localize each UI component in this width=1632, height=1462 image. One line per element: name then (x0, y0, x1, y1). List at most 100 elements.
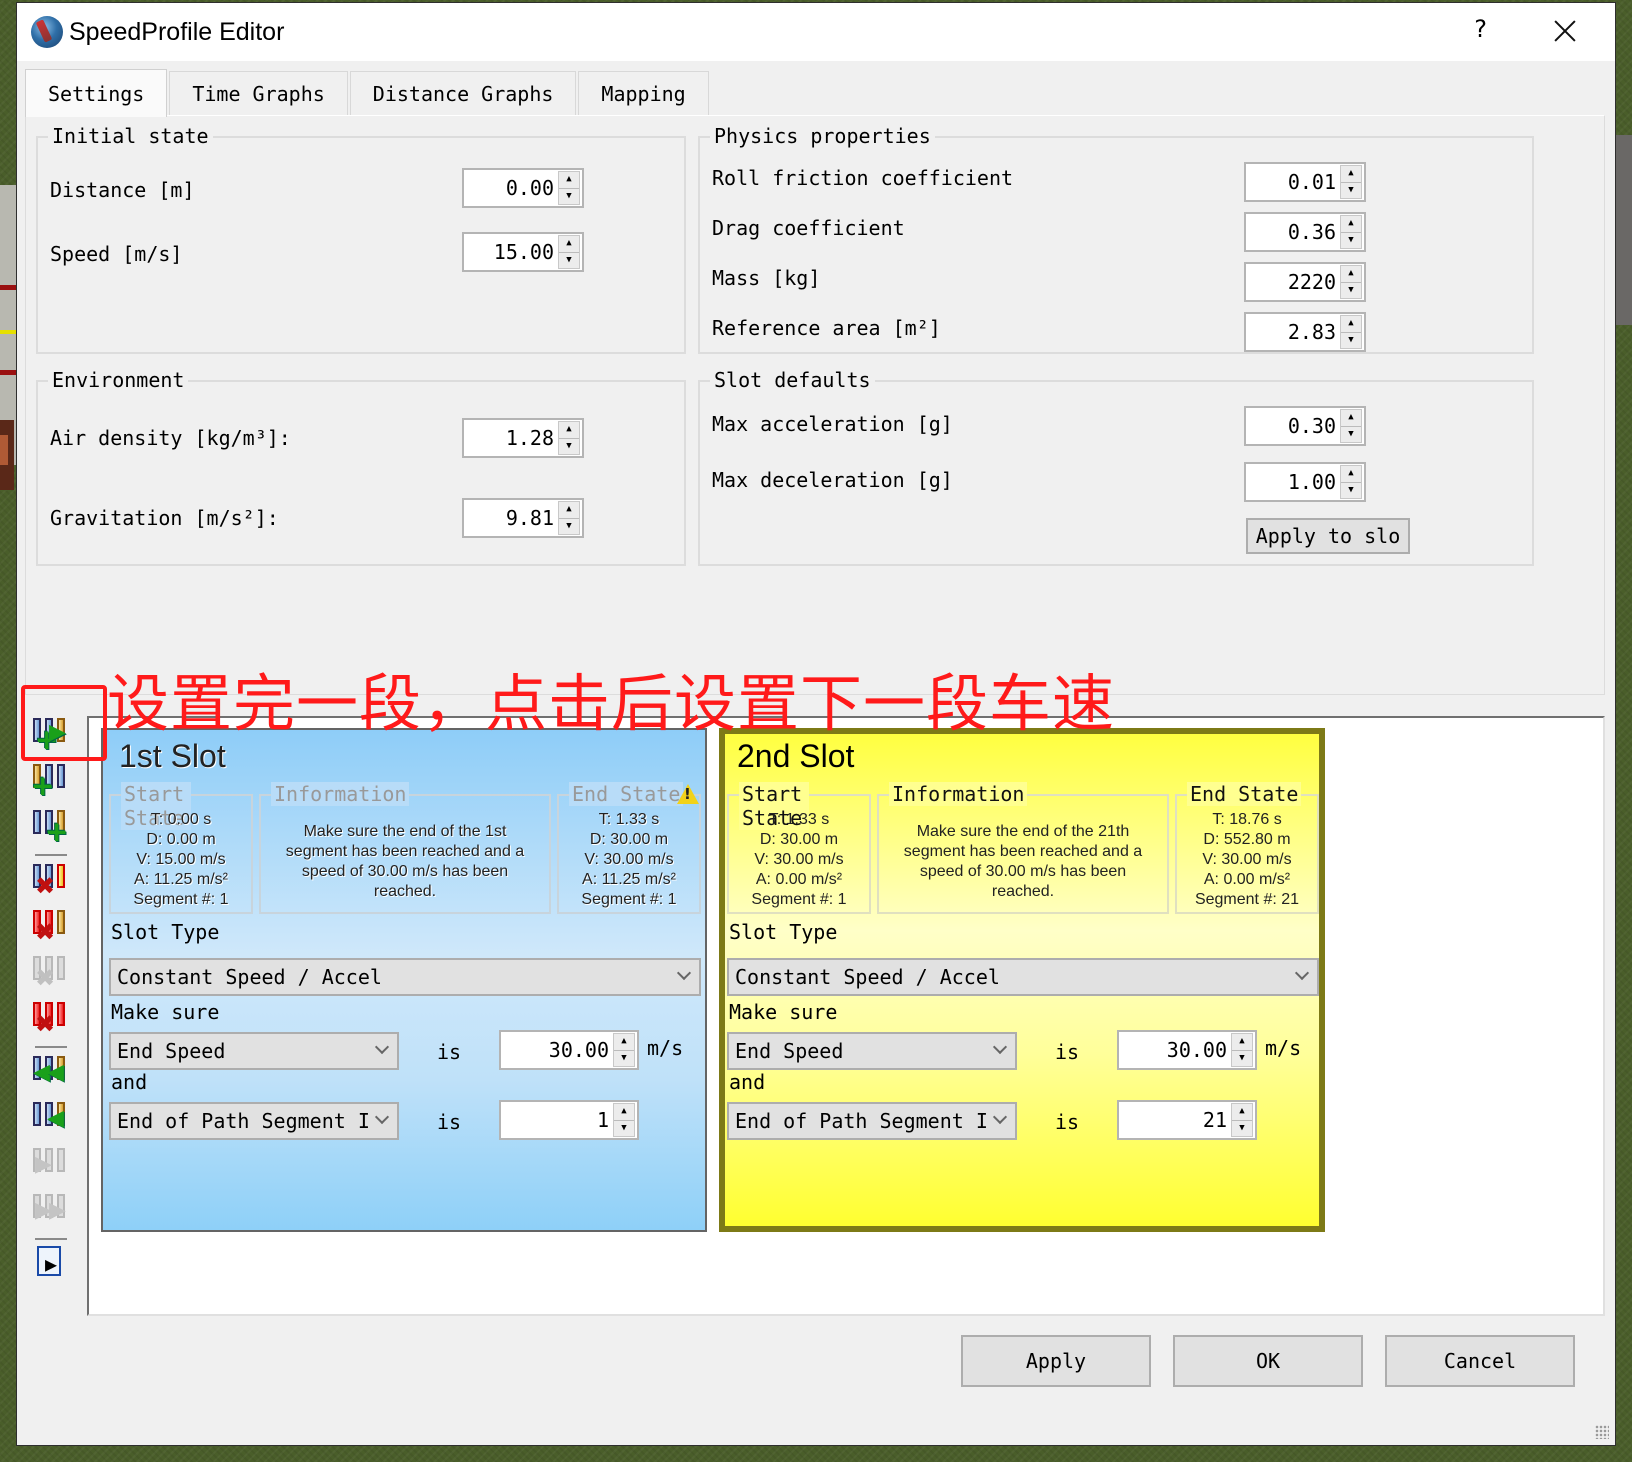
spin-value[interactable]: 1.28 (464, 426, 558, 450)
spin-value[interactable]: 1 (501, 1108, 613, 1132)
condition-field-dropdown[interactable]: End Speed (109, 1032, 399, 1070)
start-state-values: T: 1.33 s D: 30.00 m V: 30.00 m/s A: 0.0… (751, 811, 847, 908)
spin-up-icon[interactable]: ▲ (559, 172, 579, 189)
slot-card-2[interactable]: 2nd Slot Start State T: 1.33 s D: 30.00 … (719, 728, 1325, 1232)
tab-bar: Settings Time Graphs Distance Graphs Map… (25, 69, 711, 117)
slot-type-dropdown[interactable]: Constant Speed / Accel (109, 958, 701, 996)
spin-value[interactable]: 0.30 (1246, 414, 1340, 438)
spin-value[interactable]: 0.00 (464, 176, 558, 200)
max-acceleration-spinbox[interactable]: 0.30 ▲ ▼ (1244, 406, 1366, 446)
end-speed-spinbox[interactable]: 30.00 ▲ ▼ (1117, 1030, 1257, 1070)
insert-slot-after-icon[interactable]: + (33, 808, 69, 846)
spin-down-icon[interactable]: ▼ (559, 189, 579, 205)
spin-value[interactable]: 0.01 (1246, 170, 1340, 194)
spin-value[interactable]: 2220 (1246, 270, 1340, 294)
help-button[interactable]: ? (1474, 15, 1487, 43)
cancel-button[interactable]: Cancel (1385, 1335, 1575, 1387)
speed-spinbox[interactable]: 15.00 ▲ ▼ (462, 232, 584, 272)
resize-grip-icon[interactable] (1595, 1425, 1609, 1439)
spin-down-icon[interactable]: ▼ (1341, 483, 1361, 499)
spin-down-icon[interactable]: ▼ (1341, 333, 1361, 349)
segment-spinbox[interactable]: 21 ▲ ▼ (1117, 1100, 1257, 1140)
spin-down-icon[interactable]: ▼ (614, 1121, 634, 1137)
distance-spinbox[interactable]: 0.00 ▲ ▼ (462, 168, 584, 208)
spin-value[interactable]: 9.81 (464, 506, 558, 530)
spin-value[interactable]: 30.00 (501, 1038, 613, 1062)
spin-down-icon[interactable]: ▼ (1341, 183, 1361, 199)
title-bar: SpeedProfile Editor ? (17, 3, 1615, 61)
condition2-field-dropdown[interactable]: End of Path Segment I (727, 1102, 1017, 1140)
max-deceleration-spinbox[interactable]: 1.00 ▲ ▼ (1244, 462, 1366, 502)
environment-group: Environment Air density [kg/m³]: 1.28 ▲ ▼… (36, 369, 686, 566)
condition-field-dropdown[interactable]: End Speed (727, 1032, 1017, 1070)
speedprofile-editor-dialog: SpeedProfile Editor ? Settings Time Grap… (16, 2, 1616, 1446)
segment-spinbox[interactable]: 1 ▲ ▼ (499, 1100, 639, 1140)
export-icon[interactable]: ▶ (37, 1246, 61, 1276)
spin-value[interactable]: 15.00 (464, 240, 558, 264)
spin-down-icon[interactable]: ▼ (559, 519, 579, 535)
spin-up-icon[interactable]: ▲ (559, 422, 579, 439)
tab-distance-graphs[interactable]: Distance Graphs (349, 71, 577, 115)
ok-button[interactable]: OK (1173, 1335, 1363, 1387)
spin-value[interactable]: 1.00 (1246, 470, 1340, 494)
start-state-box: Start State T: 0.00 s D: 0.00 m V: 15.00… (109, 782, 253, 914)
close-icon[interactable] (1547, 13, 1583, 49)
spin-value[interactable]: 2.83 (1246, 320, 1340, 344)
spin-up-icon[interactable]: ▲ (614, 1104, 634, 1121)
make-sure-label: Make sure (111, 1000, 220, 1024)
spin-up-icon[interactable]: ▲ (1341, 266, 1361, 283)
spin-value[interactable]: 0.36 (1246, 220, 1340, 244)
delete-all-slots-icon[interactable]: ✖ (33, 1000, 69, 1038)
apply-button[interactable]: Apply (961, 1335, 1151, 1387)
spin-up-icon[interactable]: ▲ (559, 236, 579, 253)
spin-down-icon[interactable]: ▼ (1341, 233, 1361, 249)
spin-up-icon[interactable]: ▲ (1341, 166, 1361, 183)
end-speed-spinbox[interactable]: 30.00 ▲ ▼ (499, 1030, 639, 1070)
end-state-box: End State T: 18.76 s D: 552.80 m V: 30.0… (1175, 782, 1319, 914)
reference-area-spinbox[interactable]: 2.83 ▲ ▼ (1244, 312, 1366, 352)
spin-down-icon[interactable]: ▼ (1232, 1121, 1252, 1137)
spin-up-icon[interactable]: ▲ (1341, 410, 1361, 427)
condition2-field-dropdown[interactable]: End of Path Segment I (109, 1102, 399, 1140)
spin-up-icon[interactable]: ▲ (1341, 216, 1361, 233)
drag-coefficient-spinbox[interactable]: 0.36 ▲ ▼ (1244, 212, 1366, 252)
spin-up-icon[interactable]: ▲ (1232, 1104, 1252, 1121)
tab-mapping[interactable]: Mapping (578, 71, 709, 115)
move-left-icon[interactable]: ◀ (33, 1100, 69, 1138)
slot-title: 1st Slot (119, 738, 226, 774)
delete-preceding-slots-icon[interactable]: ✖ (33, 908, 69, 946)
delete-following-slots-icon: ✖ (33, 954, 69, 992)
is-label: is (437, 1040, 462, 1064)
move-to-first-icon[interactable]: ◀ ◀ (33, 1054, 69, 1092)
slot-type-label: Slot Type (729, 920, 838, 944)
spin-value[interactable]: 21 (1119, 1108, 1231, 1132)
spin-value[interactable]: 30.00 (1119, 1038, 1231, 1062)
spin-up-icon[interactable]: ▲ (1341, 316, 1361, 333)
slot-type-dropdown[interactable]: Constant Speed / Accel (727, 958, 1319, 996)
insert-slot-before-icon[interactable]: + (31, 762, 69, 800)
tab-time-graphs[interactable]: Time Graphs (169, 71, 348, 115)
spin-down-icon[interactable]: ▼ (559, 439, 579, 455)
spin-down-icon[interactable]: ▼ (1232, 1051, 1252, 1067)
delete-slot-icon[interactable]: ✖ (33, 862, 69, 900)
spin-up-icon[interactable]: ▲ (559, 502, 579, 519)
spin-up-icon[interactable]: ▲ (1341, 466, 1361, 483)
spin-down-icon[interactable]: ▼ (559, 253, 579, 269)
gravitation-spinbox[interactable]: 9.81 ▲ ▼ (462, 498, 584, 538)
mass-spinbox[interactable]: 2220 ▲ ▼ (1244, 262, 1366, 302)
spin-down-icon[interactable]: ▼ (1341, 427, 1361, 443)
move-right-icon: ▶ (33, 1146, 69, 1184)
spin-up-icon[interactable]: ▲ (614, 1034, 634, 1051)
roll-friction-spinbox[interactable]: 0.01 ▲ ▼ (1244, 162, 1366, 202)
unit-label: m/s (1265, 1036, 1302, 1060)
air-density-spinbox[interactable]: 1.28 ▲ ▼ (462, 418, 584, 458)
spin-down-icon[interactable]: ▼ (614, 1051, 634, 1067)
group-title: Environment (48, 369, 189, 391)
spin-up-icon[interactable]: ▲ (1232, 1034, 1252, 1051)
unit-label: m/s (647, 1036, 684, 1060)
spin-down-icon[interactable]: ▼ (1341, 283, 1361, 299)
tab-settings[interactable]: Settings (25, 69, 168, 117)
apply-to-slots-button[interactable]: Apply to slo (1246, 518, 1410, 554)
slot-card-1[interactable]: 1st Slot Start State T: 0.00 s D: 0.00 m… (101, 728, 707, 1232)
max-deceleration-label: Max deceleration [g] (712, 468, 953, 492)
